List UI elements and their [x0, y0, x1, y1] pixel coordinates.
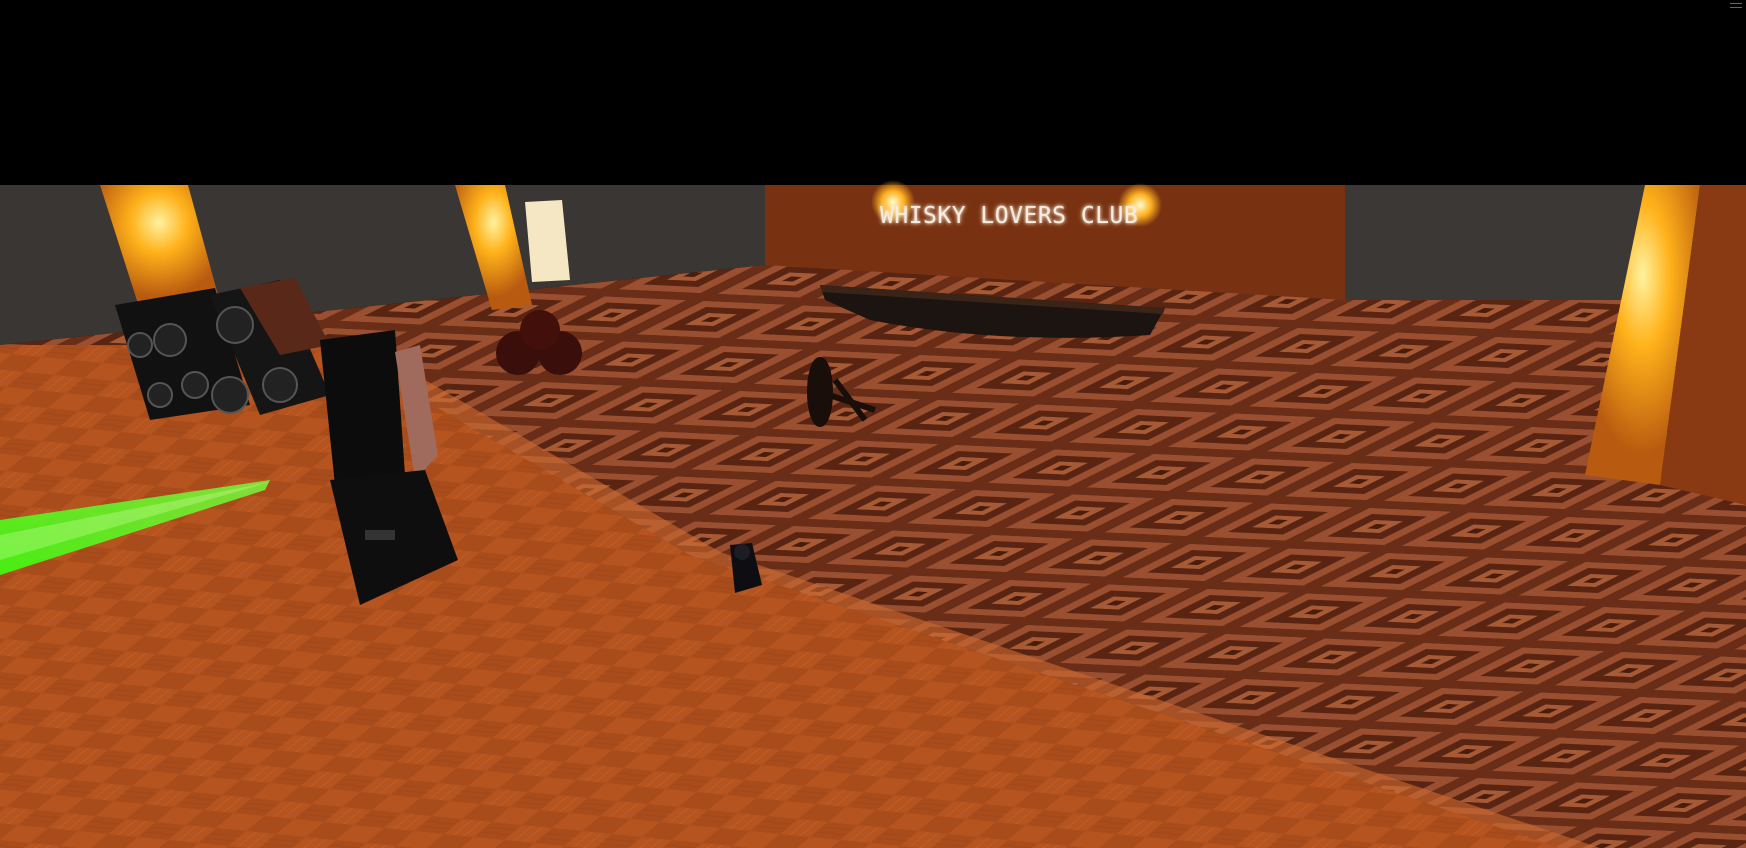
club-sign-text: WHISKY LOVERS CLUB [880, 203, 1139, 229]
window-controls-icon[interactable] [1730, 0, 1742, 10]
club-3d-scene [0, 180, 1746, 848]
game-viewport[interactable]: WHISKY LOVERS CLUB [0, 0, 1746, 848]
